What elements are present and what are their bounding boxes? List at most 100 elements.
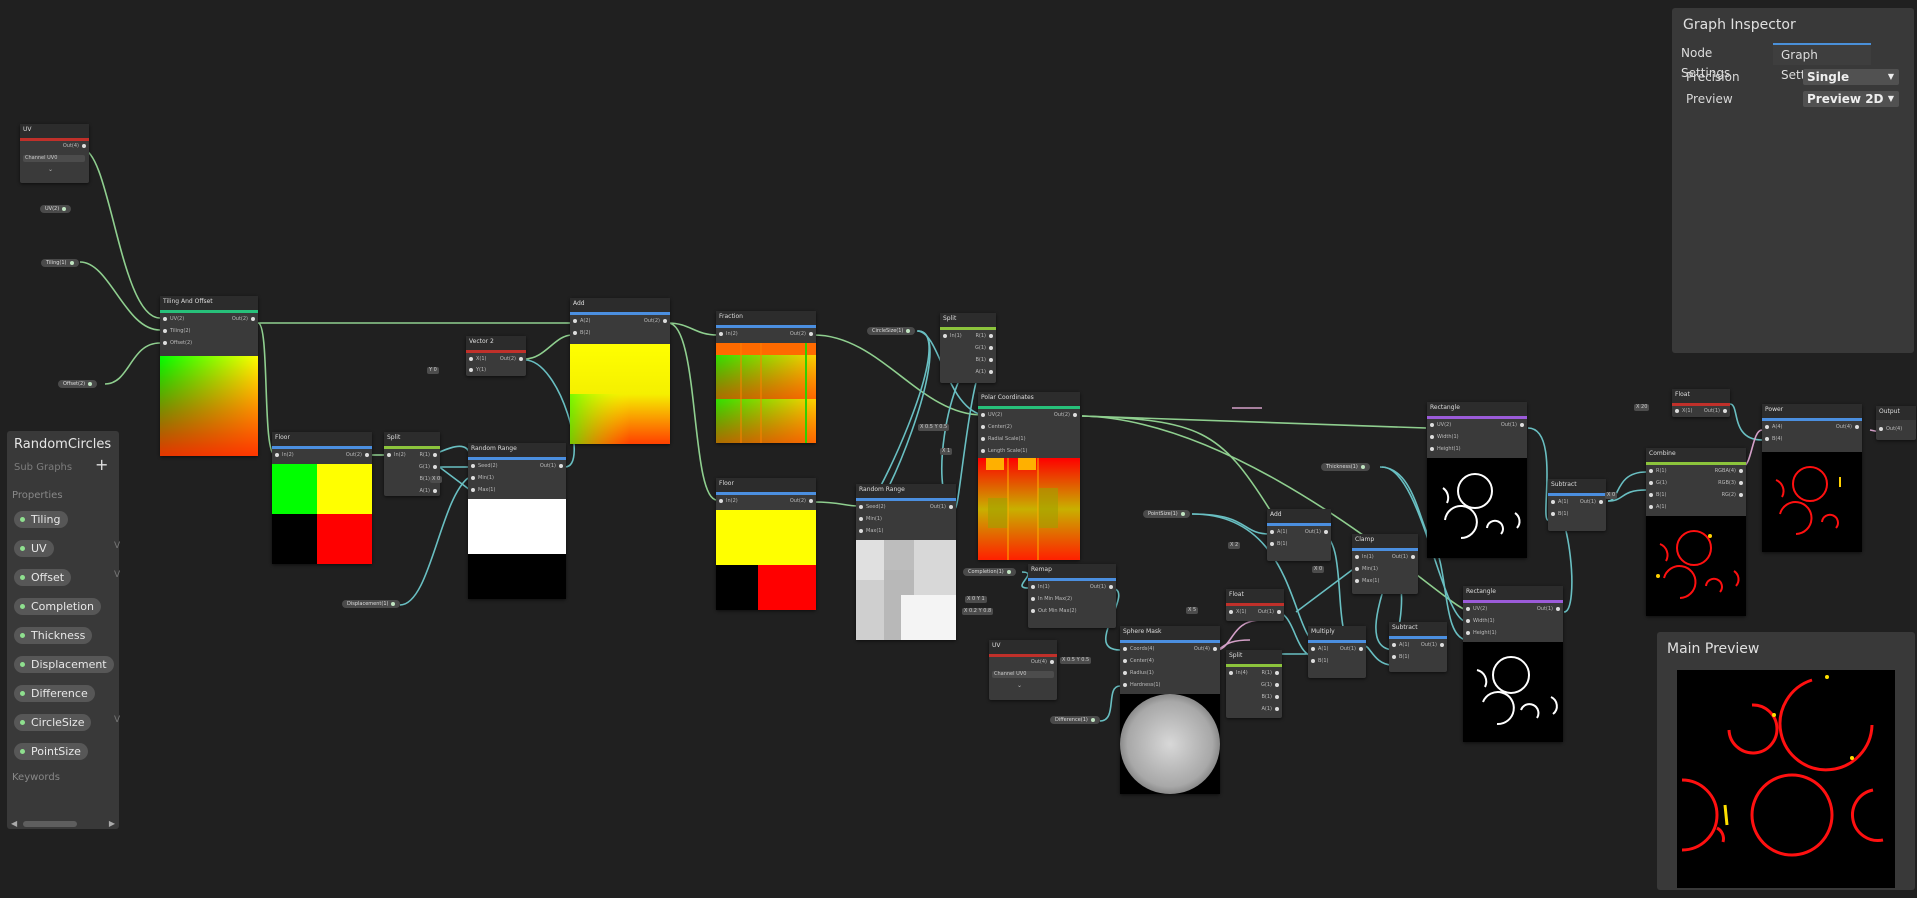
random-range-node[interactable]: Random Range Seed(2) Min(1) Max(1) Out(1…	[468, 443, 566, 599]
property-uv[interactable]: UV	[14, 540, 54, 557]
subtract-b-field[interactable]: X 0	[1605, 492, 1618, 499]
output-port[interactable]: Out(1)	[1704, 407, 1727, 416]
graph-canvas[interactable]: UV(2) Tiling(1) Offset(2) CircleSize(1) …	[0, 0, 1917, 898]
input-port[interactable]: Length Scale(1)	[981, 447, 1027, 456]
output-port[interactable]: Out(1)	[1580, 498, 1603, 507]
output-port[interactable]: RGBA(4)	[1715, 467, 1743, 476]
input-port[interactable]: Radial Scale(1)	[981, 435, 1026, 444]
uv-property-node[interactable]: UV(2)	[40, 205, 72, 213]
input-port[interactable]: UV(2)	[163, 315, 184, 324]
property-circlesize[interactable]: CircleSize	[14, 714, 92, 731]
output-port[interactable]: Out(2)	[500, 355, 523, 364]
property-thickness[interactable]: Thickness	[14, 627, 93, 644]
multiply-node[interactable]: Multiply A(1) B(1) Out(1)	[1308, 626, 1366, 678]
property-offset[interactable]: Offset	[14, 569, 72, 586]
output-port[interactable]: Out(2)	[346, 451, 369, 460]
input-port[interactable]: Tiling(2)	[163, 327, 191, 336]
output-port[interactable]	[1360, 464, 1365, 469]
rectangle-node[interactable]: Rectangle UV(2) Width(1) Height(1) Out(1…	[1427, 402, 1527, 558]
input-port[interactable]: In(2)	[275, 451, 294, 460]
input-port[interactable]: B(1)	[1270, 540, 1288, 549]
input-port[interactable]: A(1)	[1311, 645, 1329, 654]
output-port[interactable]: R(1)	[975, 332, 993, 341]
tab-node-settings[interactable]: Node Settings	[1673, 43, 1773, 80]
split-node[interactable]: Split In(4) R(1) G(1) B(1) A(1)	[1226, 650, 1282, 718]
input-port[interactable]: Height(1)	[1430, 445, 1461, 454]
pointsize-property-node[interactable]: PointSize(1)	[1143, 510, 1190, 518]
output-port[interactable]: Out(1)	[1392, 553, 1415, 562]
tiling-property-node[interactable]: Tiling(1)	[41, 259, 79, 267]
rectangle-node[interactable]: Rectangle UV(2) Width(1) Height(1) Out(1…	[1463, 586, 1563, 742]
tiling-and-offset-node[interactable]: Tiling And Offset UV(2) Tiling(2) Offset…	[160, 296, 258, 456]
clamp-node[interactable]: Clamp In(1) Min(1) Max(1) Out(1)	[1352, 534, 1418, 594]
input-port[interactable]: Hardness(1)	[1123, 681, 1161, 690]
output-port[interactable]: Out(1)	[1501, 421, 1524, 430]
output-port[interactable]: Out(1)	[1090, 583, 1113, 592]
output-port[interactable]	[88, 381, 93, 386]
thickness-property-node[interactable]: Thickness(1)	[1321, 463, 1370, 471]
input-port[interactable]: Max(1)	[1355, 577, 1379, 586]
precision-dropdown[interactable]: Single ▼	[1803, 69, 1899, 85]
input-port[interactable]: X(1)	[1675, 407, 1693, 416]
random-range-min-field[interactable]: X 0	[430, 476, 443, 483]
output-port[interactable]: R(1)	[1261, 669, 1279, 678]
output-port[interactable]	[1090, 717, 1095, 722]
output-port[interactable]: Out(1)	[1537, 605, 1560, 614]
output-port[interactable]: Out(1)	[540, 462, 563, 471]
tab-graph-settings[interactable]: Graph Settings	[1773, 43, 1871, 82]
output-port[interactable]	[1180, 511, 1185, 516]
polar-radial-scale-field[interactable]: X 1	[940, 448, 953, 455]
input-port[interactable]: A(1)	[1649, 503, 1667, 512]
output-port[interactable]: B(1)	[975, 356, 993, 365]
output-port[interactable]: Out(2)	[232, 315, 255, 324]
scroll-left-icon[interactable]: ◀	[11, 819, 17, 828]
input-port[interactable]: UV(2)	[1430, 421, 1451, 430]
preview-dropdown[interactable]: Preview 2D ▼	[1803, 91, 1899, 107]
output-port[interactable]: Out(1)	[930, 503, 953, 512]
property-difference[interactable]: Difference	[14, 685, 95, 702]
input-port[interactable]: B(2)	[573, 329, 591, 338]
input-port[interactable]: B(1)	[1392, 653, 1410, 662]
channel-dropdown[interactable]: Channel UV0	[992, 671, 1054, 678]
property-completion[interactable]: Completion	[14, 598, 102, 615]
input-port[interactable]: A(2)	[573, 317, 591, 326]
output-port[interactable]: Out(1)	[1421, 641, 1444, 650]
output-port[interactable]: Out(2)	[644, 317, 667, 326]
input-port[interactable]: In(2)	[387, 451, 406, 460]
input-port[interactable]: In(4)	[1229, 669, 1248, 678]
input-port[interactable]: A(1)	[1270, 528, 1288, 537]
input-port[interactable]: Max(1)	[471, 486, 495, 495]
output-node[interactable]: Output Out(4)	[1876, 406, 1916, 440]
property-tiling[interactable]: Tiling	[14, 511, 68, 528]
output-port[interactable]: A(1)	[419, 487, 437, 496]
output-port[interactable]	[906, 328, 911, 333]
input-port[interactable]: Min(1)	[859, 515, 882, 524]
uv-node[interactable]: UV Out(4) Channel UV0 ⌄	[989, 640, 1057, 700]
difference-property-node[interactable]: Difference(1)	[1050, 716, 1100, 724]
output-port[interactable]: Out(1)	[1258, 608, 1281, 617]
output-port[interactable]	[1006, 569, 1011, 574]
circlesize-property-node[interactable]: CircleSize(1)	[867, 327, 916, 335]
float-node[interactable]: Float X(1) Out(1)	[1226, 589, 1284, 621]
add-node[interactable]: Add A(1) B(1) Out(1)	[1267, 509, 1331, 561]
input-port[interactable]: Min(1)	[1355, 565, 1378, 574]
remap-out-min-max-field[interactable]: X 0.2 Y 0.8	[962, 608, 994, 615]
output-port[interactable]	[391, 601, 396, 606]
input-port[interactable]: Coords(4)	[1123, 645, 1154, 654]
uv-node[interactable]: UV Out(4) Channel UV0 ⌄	[20, 124, 89, 183]
property-pointsize[interactable]: PointSize	[14, 743, 88, 760]
output-port[interactable]: RG(2)	[1722, 491, 1743, 500]
expand-chevron-icon[interactable]: V	[114, 715, 120, 725]
scrollbar-thumb[interactable]	[23, 821, 77, 827]
property-displacement[interactable]: Displacement	[14, 656, 114, 673]
output-port[interactable]: G(1)	[975, 344, 993, 353]
remap-node[interactable]: Remap In(1) In Min Max(2) Out Min Max(2)…	[1028, 564, 1116, 628]
floor-node[interactable]: Floor In(2) Out(2)	[272, 432, 372, 564]
float-x-field[interactable]: X 5	[1186, 607, 1199, 614]
output-port[interactable]: A(1)	[975, 368, 993, 377]
input-port[interactable]: A(4)	[1765, 423, 1783, 432]
input-port[interactable]: G(1)	[1649, 479, 1667, 488]
output-port[interactable]: Out(2)	[790, 497, 813, 506]
input-port[interactable]: Offset(2)	[163, 339, 192, 348]
remap-in-min-max-field[interactable]: X 0 Y 1	[965, 596, 987, 603]
